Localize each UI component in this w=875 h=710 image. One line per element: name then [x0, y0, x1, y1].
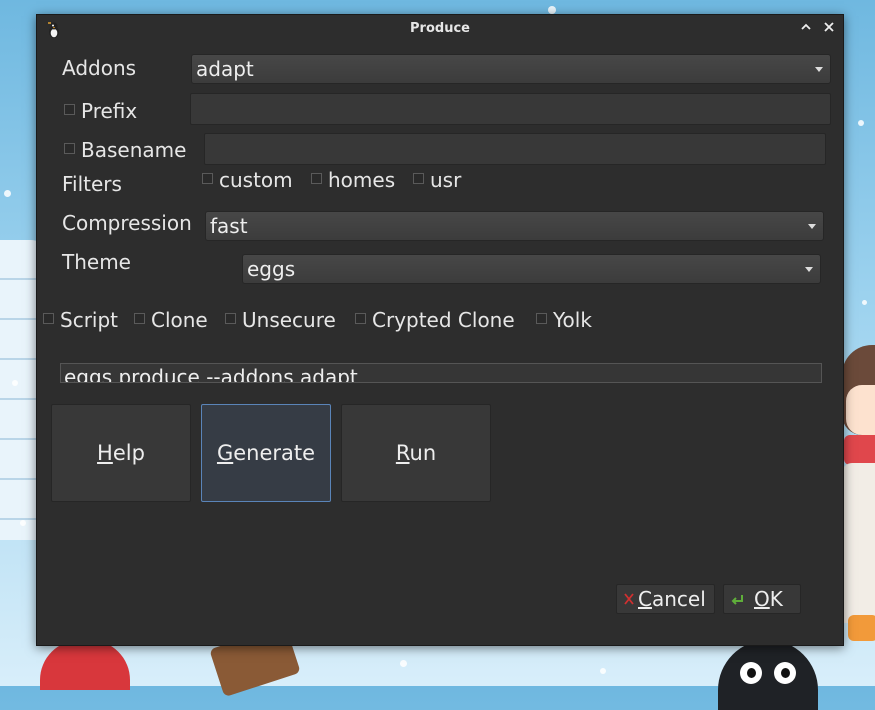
clone-label: Clone — [151, 308, 208, 332]
chevron-down-icon — [805, 267, 813, 272]
filters-label: Filters — [62, 172, 122, 196]
filter-custom-checkbox[interactable] — [202, 173, 213, 184]
theme-label: Theme — [62, 250, 131, 274]
penguin-illustration — [718, 640, 818, 710]
minimize-icon[interactable] — [797, 20, 815, 38]
ok-button[interactable]: OK — [723, 584, 801, 614]
generate-button[interactable]: Generate — [201, 404, 331, 502]
clone-checkbox[interactable] — [134, 313, 145, 324]
filter-custom-label: custom — [219, 168, 293, 192]
prefix-checkbox[interactable] — [64, 104, 75, 115]
close-icon[interactable] — [820, 20, 838, 38]
run-label: Run — [395, 441, 437, 465]
yolk-label: Yolk — [553, 308, 592, 332]
addons-value: adapt — [196, 57, 254, 81]
script-label: Script — [60, 308, 119, 332]
green-check-icon — [730, 592, 744, 609]
script-checkbox[interactable] — [43, 313, 54, 324]
compression-combo[interactable]: fast — [205, 211, 824, 241]
help-label: Help — [97, 441, 145, 465]
girl-illustration — [842, 345, 875, 645]
compression-label: Compression — [62, 211, 192, 235]
theme-value: eggs — [247, 257, 296, 281]
help-button[interactable]: Help — [51, 404, 191, 502]
filter-homes-checkbox[interactable] — [311, 173, 322, 184]
basename-input[interactable] — [204, 133, 826, 165]
generate-label: Generate — [216, 441, 316, 465]
ok-label: OK — [754, 587, 783, 611]
filter-usr-checkbox[interactable] — [413, 173, 424, 184]
santa-hat-illustration — [40, 640, 130, 690]
chevron-down-icon — [815, 67, 823, 72]
unsecure-checkbox[interactable] — [225, 313, 236, 324]
red-x-icon — [623, 592, 635, 609]
cancel-label: Cancel — [638, 587, 706, 611]
basename-label: Basename — [81, 138, 187, 162]
command-input[interactable]: eggs produce --addons adapt — [60, 363, 822, 383]
unsecure-label: Unsecure — [242, 308, 336, 332]
yolk-checkbox[interactable] — [536, 313, 547, 324]
produce-dialog: Produce Addons adapt Prefix Basename Fil… — [36, 14, 844, 646]
prefix-input[interactable] — [190, 93, 831, 125]
title-bar[interactable]: Produce — [37, 15, 843, 43]
addons-label: Addons — [62, 56, 137, 80]
window-title: Produce — [410, 21, 470, 36]
cancel-button[interactable]: Cancel — [616, 584, 715, 614]
crypted-clone-checkbox[interactable] — [355, 313, 366, 324]
theme-combo[interactable]: eggs — [242, 254, 821, 284]
filter-usr-label: usr — [430, 168, 462, 192]
compression-value: fast — [210, 214, 248, 238]
filter-homes-label: homes — [328, 168, 396, 192]
basename-checkbox[interactable] — [64, 143, 75, 154]
crypted-clone-label: Crypted Clone — [372, 308, 515, 332]
prefix-label: Prefix — [81, 99, 138, 123]
run-button[interactable]: Run — [341, 404, 491, 502]
addons-combo[interactable]: adapt — [191, 54, 831, 84]
chevron-down-icon — [808, 224, 816, 229]
